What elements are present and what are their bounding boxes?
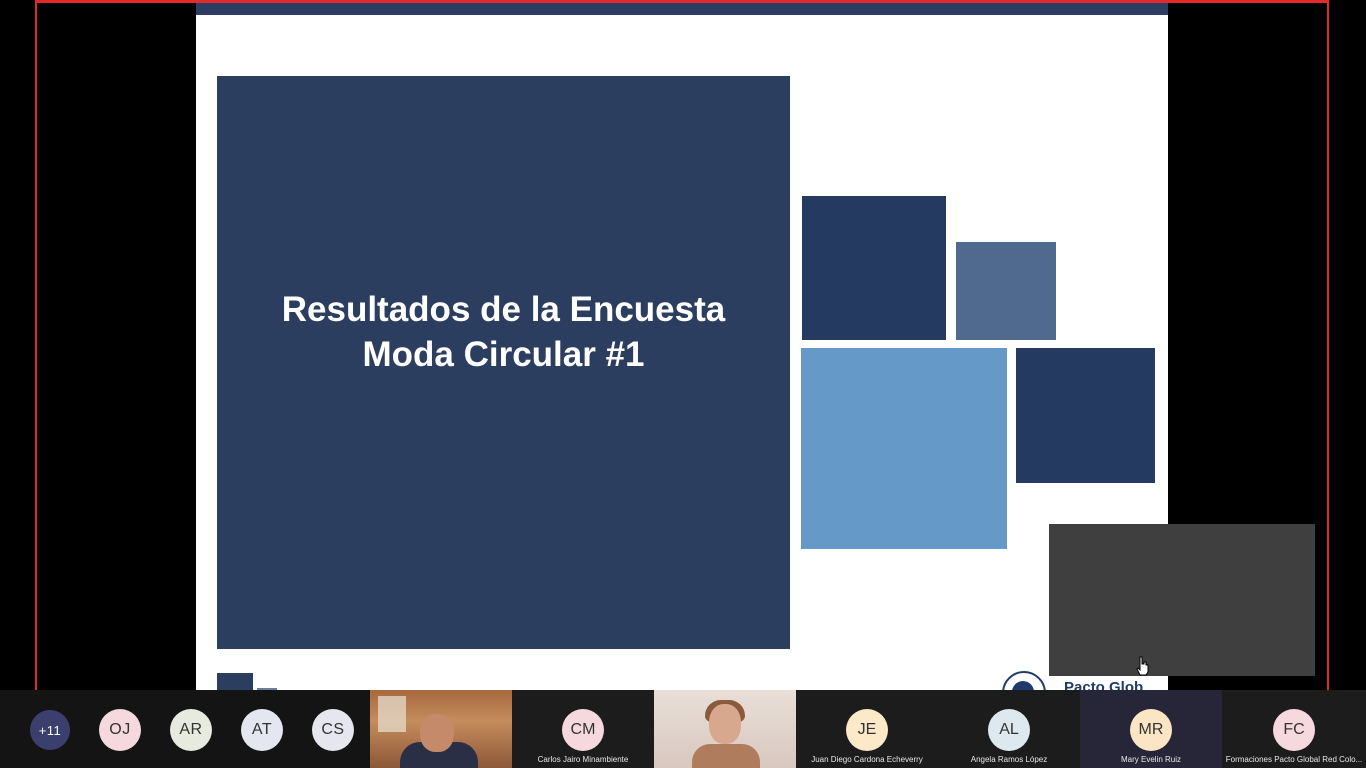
- slide-title-line-2: Moda Circular #1: [362, 334, 645, 374]
- participant-name: Carlos Jairo Minambiente: [537, 755, 629, 764]
- decorative-square-dark: [802, 196, 946, 340]
- video-person-body: [692, 744, 760, 768]
- panel-notch: [1251, 676, 1315, 690]
- participant-name: Formaciones Pacto Global Red Colo...: [1225, 755, 1363, 764]
- participant-name: Angela Ramos López: [970, 755, 1048, 764]
- participant-video-tile[interactable]: [370, 690, 512, 768]
- video-background-window: [378, 696, 406, 732]
- slide-title-block: Resultados de la Encuesta Moda Circular …: [217, 76, 790, 649]
- more-participants-button[interactable]: +11: [30, 710, 70, 750]
- participant-tile-cm[interactable]: CM Carlos Jairo Minambiente: [512, 690, 654, 768]
- participant-chip-ar[interactable]: AR: [170, 709, 212, 751]
- slide-title: Resultados de la Encuesta Moda Circular …: [282, 287, 725, 377]
- participant-name: Juan Diego Cardona Echeverry: [811, 755, 923, 764]
- decorative-square-mid: [956, 242, 1056, 340]
- participant-strip: +11 OJ AR AT CS CM Carlos Jairo Minambie…: [0, 690, 1366, 768]
- participant-tile-mr[interactable]: MR Mary Evelin Ruiz: [1080, 690, 1222, 768]
- avatar: MR: [1130, 709, 1172, 751]
- avatar: AL: [988, 709, 1030, 751]
- avatar: FC: [1273, 709, 1315, 751]
- logo-text: Pacto Glob: [1064, 679, 1144, 690]
- video-person-head: [420, 714, 454, 752]
- avatar: CM: [562, 709, 604, 751]
- participant-name: Mary Evelin Ruiz: [1120, 755, 1181, 764]
- un-global-compact-logo-icon: [1002, 671, 1046, 690]
- presentation-slide: Resultados de la Encuesta Moda Circular …: [196, 3, 1168, 690]
- participant-chip-cs[interactable]: CS: [312, 709, 354, 751]
- slide-title-line-1: Resultados de la Encuesta: [281, 289, 726, 329]
- avatar: JE: [846, 709, 888, 751]
- participant-chip-oj[interactable]: OJ: [99, 709, 141, 751]
- decorative-square-dark-2: [1016, 348, 1155, 483]
- participant-chip-at[interactable]: AT: [241, 709, 283, 751]
- participant-tile-je[interactable]: JE Juan Diego Cardona Echeverry: [796, 690, 938, 768]
- floating-video-panel[interactable]: [1049, 524, 1315, 676]
- hand-cursor-icon: [1136, 656, 1149, 676]
- participant-video-tile-speaker[interactable]: [654, 690, 796, 768]
- decorative-small-square: [217, 673, 253, 690]
- decorative-square-light: [801, 348, 1007, 549]
- participant-tile-fc[interactable]: FC Formaciones Pacto Global Red Colo...: [1222, 690, 1366, 768]
- video-person-head: [709, 704, 741, 744]
- participant-tile-al[interactable]: AL Angela Ramos López: [938, 690, 1080, 768]
- slide-top-bar: [196, 3, 1168, 15]
